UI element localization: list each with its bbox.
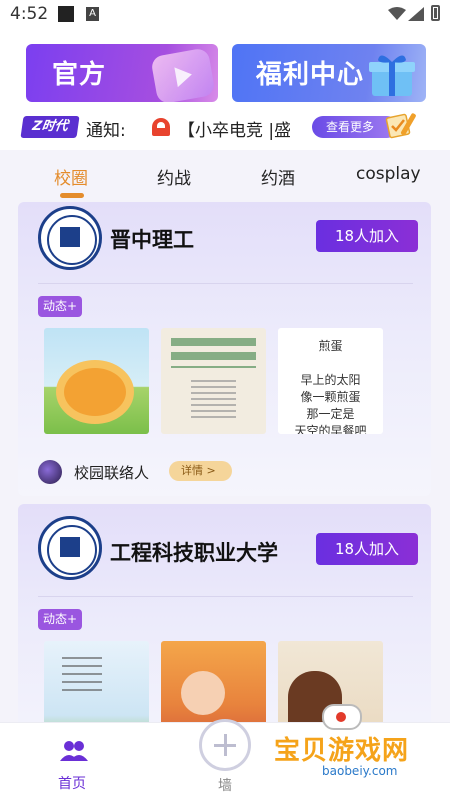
banner-area: 官方 福利中心 — [0, 30, 450, 102]
tab-campus[interactable]: 校圈 — [54, 164, 88, 189]
tab-cosplay[interactable]: cosplay — [356, 164, 421, 184]
school-name: 晋中理工 — [110, 228, 194, 252]
post-thumbnail[interactable] — [44, 328, 149, 434]
wifi-icon — [388, 7, 406, 20]
notice-text: 【小卒电竞 |盛 — [178, 121, 290, 141]
status-bar: 4:52 A — [0, 0, 450, 30]
people-icon[interactable] — [60, 739, 88, 763]
moments-badge[interactable]: 动态+ — [38, 296, 82, 317]
nav-wall-label[interactable]: 墙 — [218, 775, 232, 795]
contact-label: 校园联络人 — [74, 464, 150, 482]
avatar[interactable] — [38, 460, 62, 484]
z-era-logo: Z时代 — [20, 116, 80, 138]
post-thumbnail[interactable] — [161, 328, 266, 434]
post-thumbnails: 煎蛋 早上的太阳 像一颗煎蛋 那一定是 天空的早餐吧 — [44, 328, 404, 434]
welfare-center-banner[interactable]: 福利中心 — [232, 44, 426, 102]
notepad-pen-icon — [385, 113, 416, 139]
join-button[interactable]: 18人加入 — [316, 533, 418, 565]
app-notification-icon: A — [86, 7, 99, 21]
thumbnail-poem-text: 煎蛋 早上的太阳 像一颗煎蛋 那一定是 天空的早餐吧 — [294, 339, 367, 434]
game-controller-icon — [322, 704, 362, 730]
school-name: 工程科技职业大学 — [110, 541, 278, 565]
divider — [38, 596, 413, 597]
gift-icon — [369, 55, 415, 96]
join-button[interactable]: 18人加入 — [316, 220, 418, 252]
battery-icon — [431, 5, 440, 21]
watermark-url: baobeiy.com — [318, 764, 402, 778]
category-tabs: 校圈 约战 约酒 cosplay — [0, 150, 450, 202]
watermark-text: 宝贝游戏网 — [274, 736, 410, 766]
school-logo — [38, 516, 102, 580]
signal-icon — [408, 7, 424, 21]
post-thumbnail[interactable]: 煎蛋 早上的太阳 像一颗煎蛋 那一定是 天空的早餐吧 — [278, 328, 383, 434]
school-card[interactable]: 晋中理工 18人加入 动态+ 煎蛋 早上的太阳 像一颗煎蛋 那一定是 天空的早餐… — [18, 202, 431, 496]
notification-icon — [58, 6, 74, 22]
tab-battle[interactable]: 约战 — [157, 164, 191, 189]
divider — [38, 283, 413, 284]
school-logo — [38, 206, 102, 270]
official-label: 官方 — [52, 60, 107, 90]
moments-badge[interactable]: 动态+ — [38, 609, 82, 630]
notice-label: 通知: — [86, 121, 126, 141]
notice-bar[interactable]: Z时代 通知: 【小卒电竞 |盛 查看更多 — [0, 102, 450, 150]
siren-icon — [152, 118, 170, 136]
status-time: 4:52 — [10, 4, 49, 24]
video-play-icon — [150, 47, 216, 102]
add-post-button[interactable] — [199, 719, 251, 771]
welfare-center-label: 福利中心 — [256, 60, 365, 90]
tab-indicator — [60, 193, 84, 198]
official-banner[interactable]: 官方 — [26, 44, 218, 102]
details-button[interactable]: 详情 > — [169, 461, 232, 481]
watermark: 宝贝游戏网 baobeiy.com — [268, 704, 444, 794]
nav-home-label[interactable]: 首页 — [58, 773, 86, 793]
tab-drinks[interactable]: 约酒 — [261, 164, 295, 189]
